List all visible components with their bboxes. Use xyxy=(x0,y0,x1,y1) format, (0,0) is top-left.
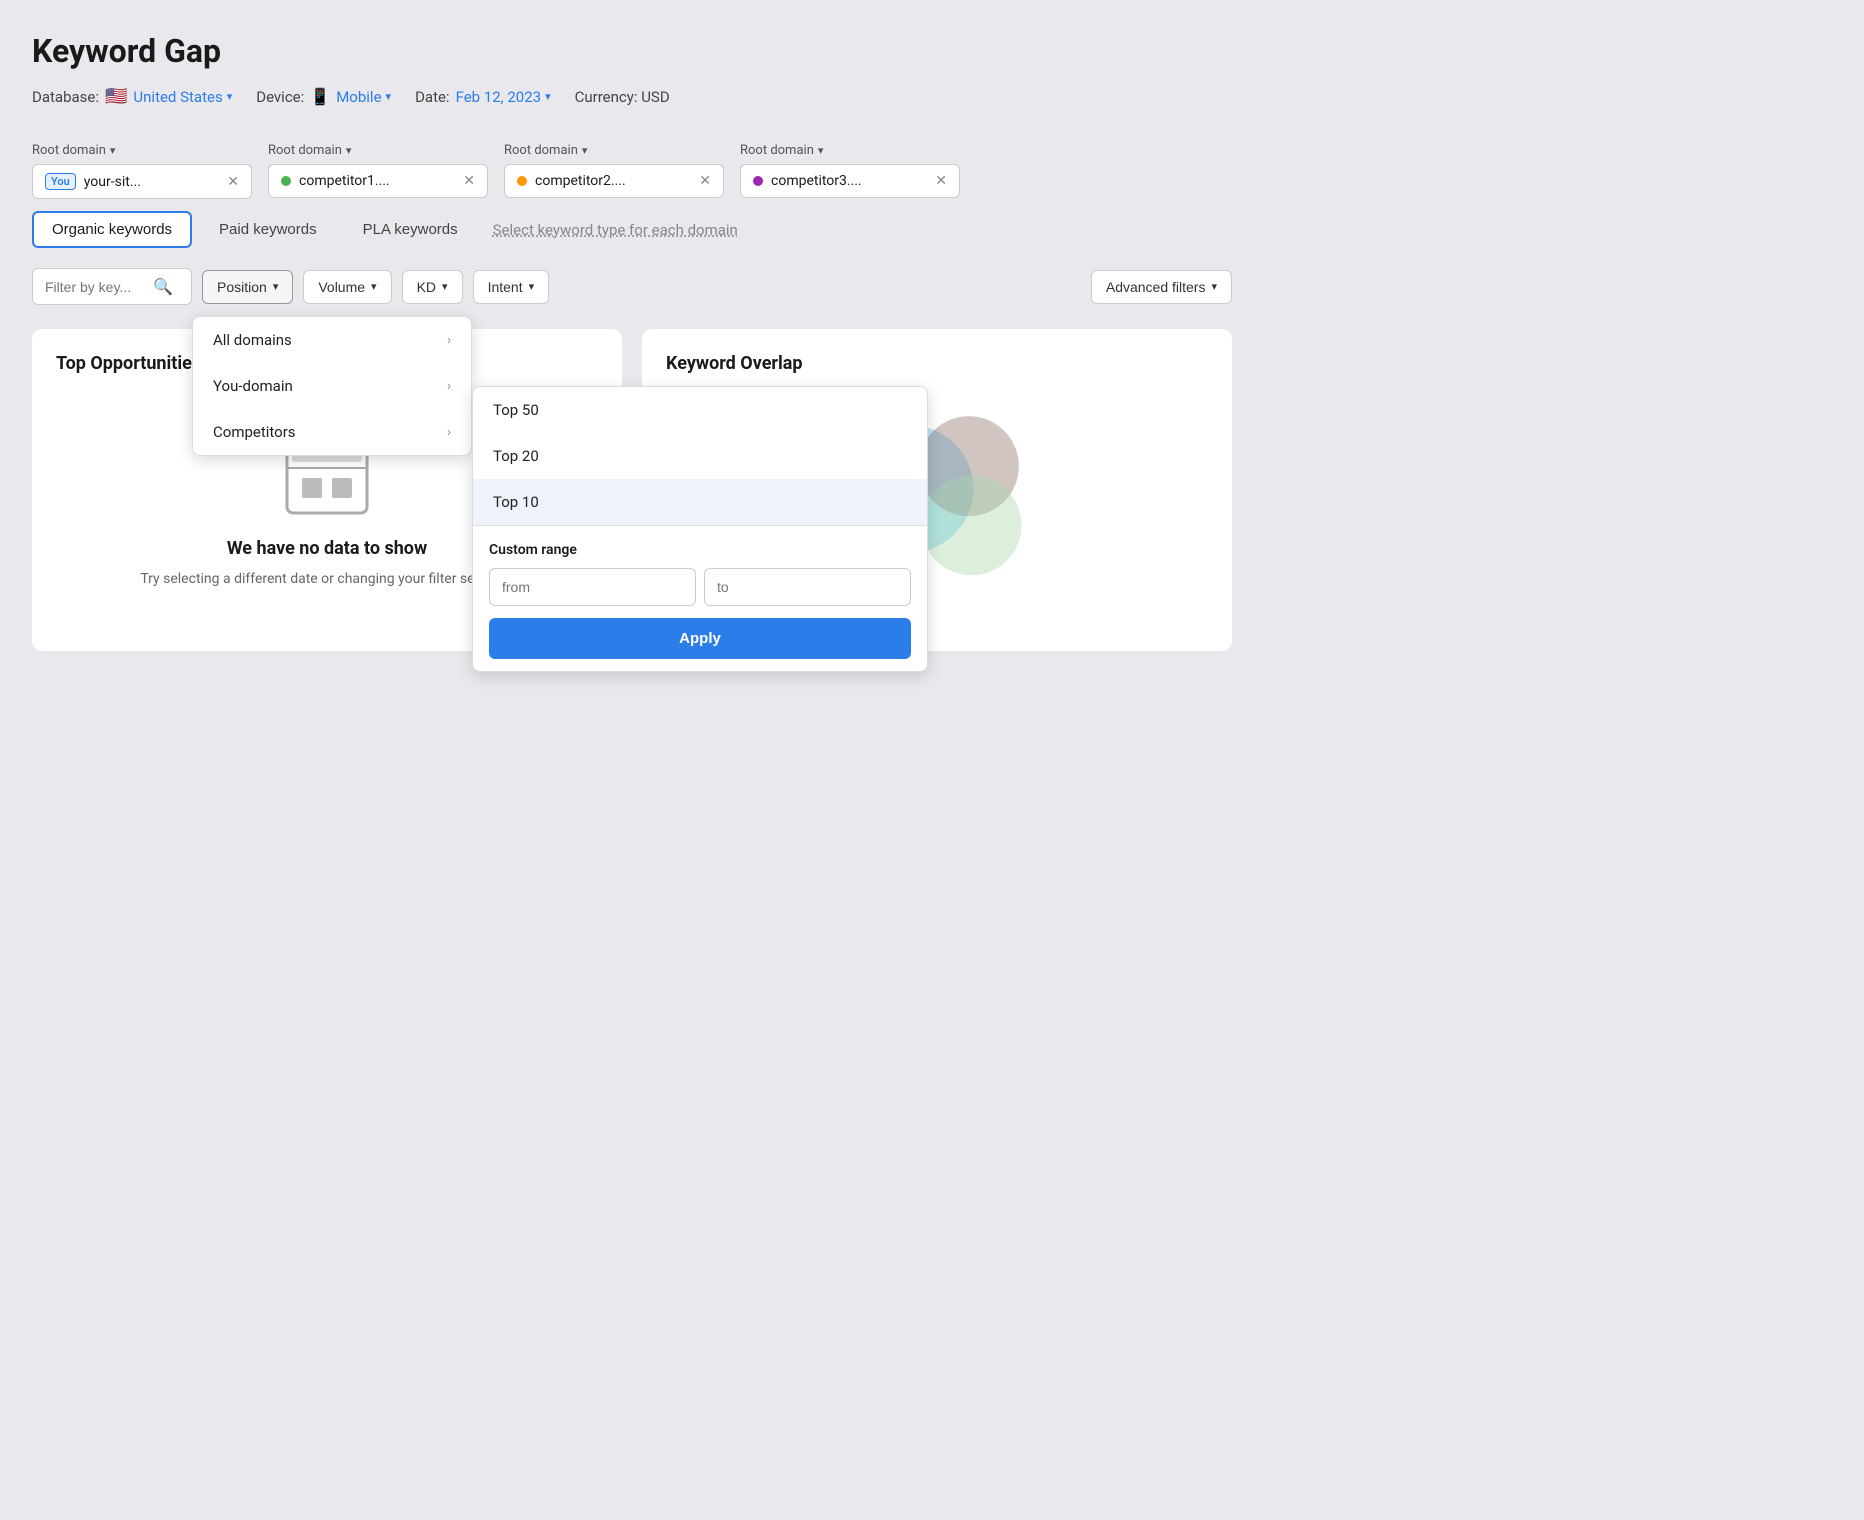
domain-label-2[interactable]: Root domain ▾ xyxy=(504,143,724,158)
volume-filter-button[interactable]: Volume ▾ xyxy=(303,270,391,304)
advanced-filters-label: Advanced filters xyxy=(1106,279,1206,295)
competitors-sub-dropdown: Top 50 Top 20 Top 10 Custom range Apply xyxy=(472,386,928,672)
domain-col-0: Root domain ▾ You your-sit... ✕ xyxy=(32,143,252,199)
database-label: Database: xyxy=(32,88,99,106)
tab-pla-keywords[interactable]: PLA keywords xyxy=(344,212,477,247)
intent-chevron-icon: ▾ xyxy=(529,280,535,293)
top-10-option[interactable]: Top 10 xyxy=(473,479,927,525)
position-all-domains[interactable]: All domains › xyxy=(193,317,471,363)
domain-row: Root domain ▾ You your-sit... ✕ Root dom… xyxy=(32,143,1232,199)
domain-name-0: your-sit... xyxy=(84,174,141,190)
currency-meta: Currency: USD xyxy=(575,88,670,106)
domain-label-3[interactable]: Root domain ▾ xyxy=(740,143,960,158)
top-20-option[interactable]: Top 20 xyxy=(473,433,927,479)
search-icon: 🔍 xyxy=(153,277,173,296)
custom-range-to-input[interactable] xyxy=(704,568,911,606)
domain-label-0[interactable]: Root domain ▾ xyxy=(32,143,252,158)
custom-range-from-input[interactable] xyxy=(489,568,696,606)
date-chevron-icon: ▾ xyxy=(545,90,551,103)
you-domain-arrow-icon: › xyxy=(447,379,451,394)
position-label: Position xyxy=(217,279,267,295)
domain-label-chevron-1: ▾ xyxy=(346,144,352,157)
domain-chip-3: competitor3.... ✕ xyxy=(740,164,960,198)
dot-purple-icon xyxy=(753,176,763,186)
dot-orange-icon xyxy=(517,176,527,186)
keyword-overlap-title: Keyword Overlap xyxy=(666,353,1208,374)
database-link[interactable]: United States ▾ xyxy=(133,88,232,106)
custom-range-label: Custom range xyxy=(489,542,911,558)
domain-name-1: competitor1.... xyxy=(299,173,390,189)
position-chevron-icon: ▾ xyxy=(273,280,279,293)
no-data-title: We have no data to show xyxy=(227,538,427,559)
volume-chevron-icon: ▾ xyxy=(371,280,377,293)
domain-label-chevron-3: ▾ xyxy=(818,144,824,157)
advanced-chevron-icon: ▾ xyxy=(1211,280,1217,293)
top-50-option[interactable]: Top 50 xyxy=(473,387,927,433)
close-domain-2[interactable]: ✕ xyxy=(699,173,711,189)
domain-name-3: competitor3.... xyxy=(771,173,862,189)
no-data-subtitle: Try selecting a different date or changi… xyxy=(140,571,513,587)
domain-col-1: Root domain ▾ competitor1.... ✕ xyxy=(268,143,488,199)
custom-range-inputs xyxy=(489,568,911,606)
page-title: Keyword Gap xyxy=(32,32,1232,70)
page-container: Keyword Gap Database: 🇺🇸 United States ▾… xyxy=(32,32,1232,651)
flag-icon: 🇺🇸 xyxy=(105,86,127,107)
all-domains-arrow-icon: › xyxy=(447,333,451,348)
domain-label-chevron-0: ▾ xyxy=(110,144,116,157)
close-domain-0[interactable]: ✕ xyxy=(227,174,239,190)
filter-bar: 🔍 Position ▾ Volume ▾ KD ▾ Intent ▾ Adva… xyxy=(32,268,1232,305)
position-competitors[interactable]: Competitors › xyxy=(193,409,471,455)
dot-green-icon xyxy=(281,176,291,186)
domain-col-3: Root domain ▾ competitor3.... ✕ xyxy=(740,143,960,199)
venn-circle-3 xyxy=(922,475,1022,575)
custom-range-section: Custom range Apply xyxy=(473,526,927,671)
search-input[interactable] xyxy=(45,279,145,295)
device-icon: 📱 xyxy=(310,87,330,106)
close-domain-3[interactable]: ✕ xyxy=(935,173,947,189)
close-domain-1[interactable]: ✕ xyxy=(463,173,475,189)
domain-label-chevron-2: ▾ xyxy=(582,144,588,157)
date-label: Date: xyxy=(415,88,450,106)
domain-chip-1: competitor1.... ✕ xyxy=(268,164,488,198)
device-link[interactable]: Mobile ▾ xyxy=(336,88,391,106)
domain-name-2: competitor2.... xyxy=(535,173,626,189)
kd-chevron-icon: ▾ xyxy=(442,280,448,293)
kd-label: KD xyxy=(417,279,436,295)
search-box: 🔍 xyxy=(32,268,192,305)
meta-bar: Database: 🇺🇸 United States ▾ Device: 📱 M… xyxy=(32,86,1232,107)
intent-filter-button[interactable]: Intent ▾ xyxy=(473,270,550,304)
database-chevron-icon: ▾ xyxy=(227,90,233,103)
domain-label-1[interactable]: Root domain ▾ xyxy=(268,143,488,158)
device-chevron-icon: ▾ xyxy=(386,90,392,103)
position-dropdown: All domains › You-domain › Competitors › xyxy=(192,316,472,456)
competitors-arrow-icon: › xyxy=(447,425,451,440)
keyword-type-bar: Organic keywords Paid keywords PLA keywo… xyxy=(32,211,1232,248)
position-filter-button[interactable]: Position ▾ xyxy=(202,270,293,304)
apply-button[interactable]: Apply xyxy=(489,618,911,659)
domain-chip-0: You your-sit... ✕ xyxy=(32,164,252,199)
kd-filter-button[interactable]: KD ▾ xyxy=(402,270,463,304)
database-meta: Database: 🇺🇸 United States ▾ xyxy=(32,86,232,107)
intent-label: Intent xyxy=(488,279,523,295)
advanced-filters-button[interactable]: Advanced filters ▾ xyxy=(1091,270,1232,304)
volume-label: Volume xyxy=(318,279,365,295)
tab-paid-keywords[interactable]: Paid keywords xyxy=(200,212,336,247)
device-label: Device: xyxy=(256,88,304,106)
position-you-domain[interactable]: You-domain › xyxy=(193,363,471,409)
date-link[interactable]: Feb 12, 2023 ▾ xyxy=(456,88,551,106)
device-meta: Device: 📱 Mobile ▾ xyxy=(256,87,391,106)
you-badge: You xyxy=(45,173,76,190)
domain-chip-2: competitor2.... ✕ xyxy=(504,164,724,198)
tab-organic-keywords[interactable]: Organic keywords xyxy=(32,211,192,248)
domain-col-2: Root domain ▾ competitor2.... ✕ xyxy=(504,143,724,199)
date-meta: Date: Feb 12, 2023 ▾ xyxy=(415,88,551,106)
keyword-type-link[interactable]: Select keyword type for each domain xyxy=(493,221,738,239)
